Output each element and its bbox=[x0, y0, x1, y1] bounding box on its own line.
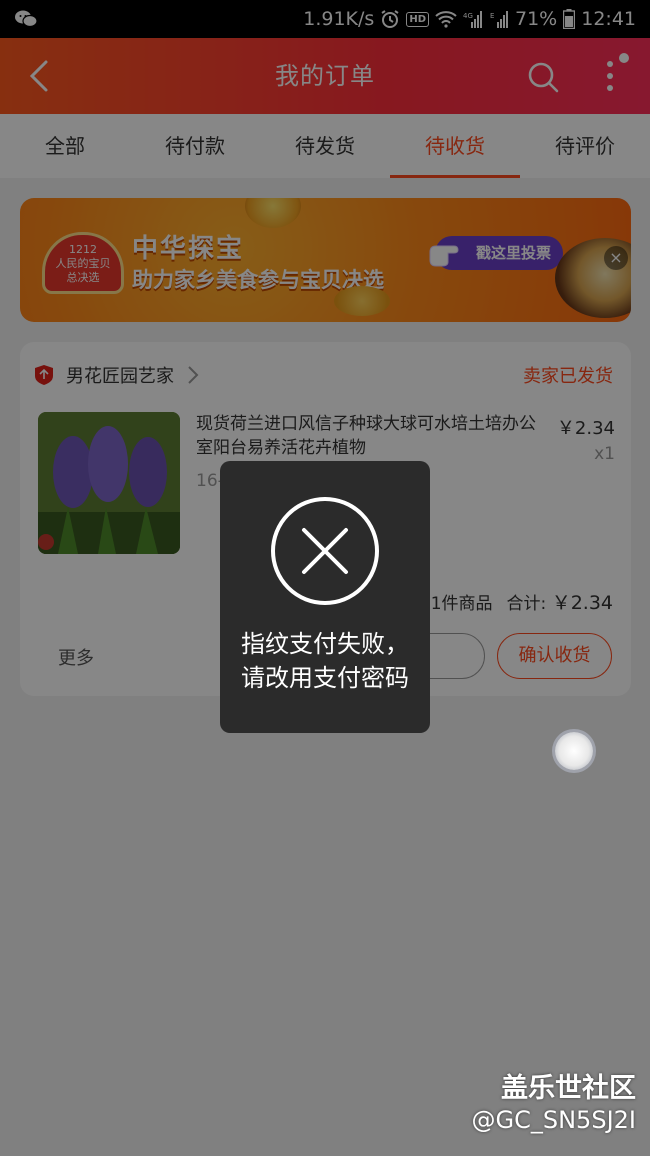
x-circle-icon bbox=[271, 497, 379, 605]
toast-line-2: 请改用支付密码 bbox=[241, 664, 409, 692]
assistive-touch-button[interactable] bbox=[555, 732, 593, 770]
toast-message: 指纹支付失败， 请改用支付密码 bbox=[220, 627, 430, 695]
watermark-handle: @GC_SN5SJ2I bbox=[471, 1106, 636, 1134]
payment-failed-toast: 指纹支付失败， 请改用支付密码 bbox=[220, 461, 430, 733]
watermark-title: 盖乐世社区 bbox=[501, 1073, 636, 1104]
toast-line-1: 指纹支付失败， bbox=[241, 630, 409, 658]
